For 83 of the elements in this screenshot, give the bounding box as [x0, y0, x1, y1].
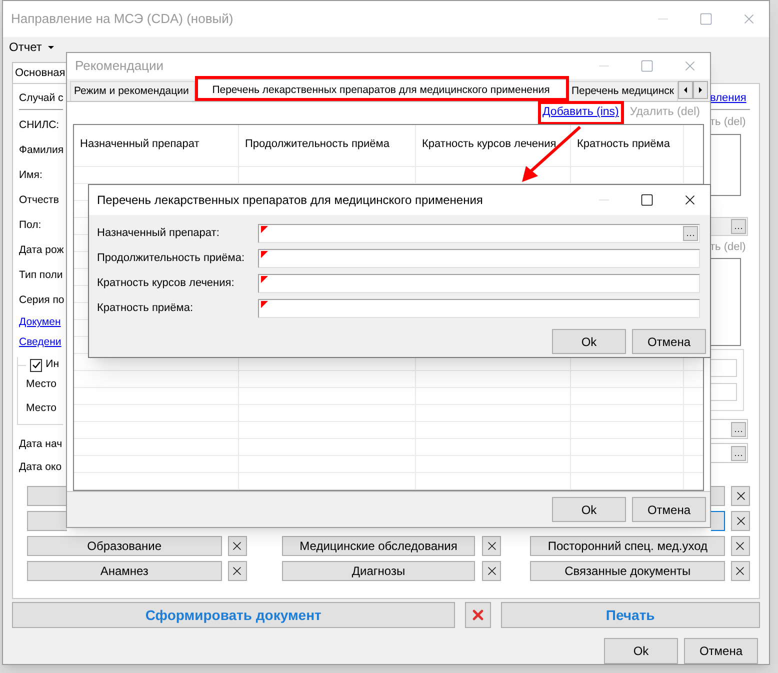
check-icon: [32, 361, 41, 369]
input-field[interactable]: [710, 359, 737, 377]
required-marker-icon: [261, 226, 268, 233]
field-label: Продолжительность приёма:: [97, 251, 246, 266]
field-label: Назначенный препарат:: [97, 226, 220, 242]
remove-button[interactable]: [731, 536, 750, 556]
input-field[interactable]: [258, 274, 700, 293]
remove-button[interactable]: [228, 561, 247, 581]
section-button[interactable]: Связанные документы: [530, 561, 726, 581]
window-title: Перечень лекарственных препаратов для медицинского применения: [97, 192, 483, 209]
field-label: СНИЛС:: [19, 118, 60, 133]
link[interactable]: вления: [710, 90, 746, 107]
column-header[interactable]: Продолжительность приёма: [245, 138, 390, 150]
field-label: Пол:: [19, 218, 42, 233]
browse-button[interactable]: [731, 422, 746, 436]
browse-button[interactable]: [683, 226, 698, 241]
input-field[interactable]: [710, 217, 748, 236]
browse-button[interactable]: [731, 219, 746, 234]
checkbox[interactable]: [30, 358, 42, 372]
required-marker-icon: [261, 301, 268, 308]
delete-button[interactable]: [464, 602, 491, 628]
remove-button[interactable]: [731, 561, 750, 581]
field-label: Дата око: [19, 460, 62, 475]
link[interactable]: Сведени: [19, 335, 62, 351]
remove-button[interactable]: [228, 536, 247, 556]
browse-button[interactable]: [731, 446, 746, 460]
field-label: Место: [26, 377, 56, 392]
cancel-button[interactable]: Отмена: [632, 329, 706, 354]
field-label: Дата рож: [19, 242, 64, 258]
field-label: Серия по: [19, 292, 64, 308]
column-header[interactable]: Назначенный препарат: [80, 138, 200, 150]
section-button[interactable]: [711, 511, 726, 531]
scroll-right-button[interactable]: [693, 81, 708, 99]
remove-button[interactable]: [731, 511, 750, 531]
checkbox-label: Ин: [46, 357, 59, 372]
field-label: Место: [26, 401, 56, 416]
section-button[interactable]: [27, 511, 67, 531]
caret-icon: [48, 46, 54, 48]
input-field[interactable]: [710, 443, 748, 463]
section-button[interactable]: [711, 486, 726, 506]
right-arrow-icon: [699, 87, 702, 93]
remove-button[interactable]: [482, 536, 502, 556]
field-label: Тип поли: [19, 268, 63, 283]
group-heading: Случай с: [19, 90, 64, 106]
tab[interactable]: Основная: [12, 62, 68, 83]
field-label: Отчеств: [19, 192, 59, 208]
field-label: Фамилия: [19, 142, 64, 158]
maximize-icon[interactable]: [640, 193, 654, 207]
required-marker-icon: [261, 276, 268, 283]
input-field[interactable]: [710, 383, 737, 401]
input-field[interactable]: [258, 249, 700, 268]
required-marker-icon: [261, 251, 268, 258]
input-field[interactable]: [710, 419, 748, 439]
column-header[interactable]: Кратность курсов лечения: [422, 138, 556, 150]
field-label: Кратность приёма:: [97, 301, 194, 316]
input-field[interactable]: [258, 299, 700, 318]
section-button[interactable]: Диагнозы: [282, 561, 476, 581]
section-button[interactable]: Образование: [27, 536, 222, 556]
section-button[interactable]: Анамнез: [27, 561, 222, 581]
cancel-button[interactable]: Отмена: [684, 638, 758, 664]
input-field[interactable]: [258, 224, 700, 243]
left-arrow-icon: [684, 87, 687, 93]
link[interactable]: Докумен: [19, 315, 61, 331]
field-label: Дата нач: [19, 436, 62, 452]
column-header[interactable]: Кратность приёма: [577, 138, 670, 150]
section-button[interactable]: [27, 486, 67, 506]
ok-button[interactable]: Ok: [552, 329, 626, 354]
section-button[interactable]: Медицинские обследования: [282, 536, 476, 556]
scroll-left-button[interactable]: [678, 81, 693, 99]
window-title: Рекомендации: [75, 57, 164, 76]
field-label: Имя:: [19, 168, 42, 183]
window-title: Направление на МСЭ (CDA) (новый): [11, 10, 234, 28]
menu-item[interactable]: Отчет: [9, 38, 54, 56]
add-link[interactable]: Добавить (ins): [542, 104, 619, 122]
ok-button[interactable]: Ok: [604, 638, 678, 664]
tab[interactable]: Режим и рекомендации: [70, 81, 195, 101]
field-label: Кратность курсов лечения:: [97, 276, 236, 292]
section-button[interactable]: Посторонний спец. мед.уход: [530, 536, 726, 556]
remove-button[interactable]: [731, 486, 750, 506]
ok-button[interactable]: Ok: [552, 497, 626, 522]
cancel-button[interactable]: Отмена: [632, 497, 706, 522]
remove-button[interactable]: [482, 561, 502, 581]
tab[interactable]: Перечень медицинск: [567, 81, 678, 101]
